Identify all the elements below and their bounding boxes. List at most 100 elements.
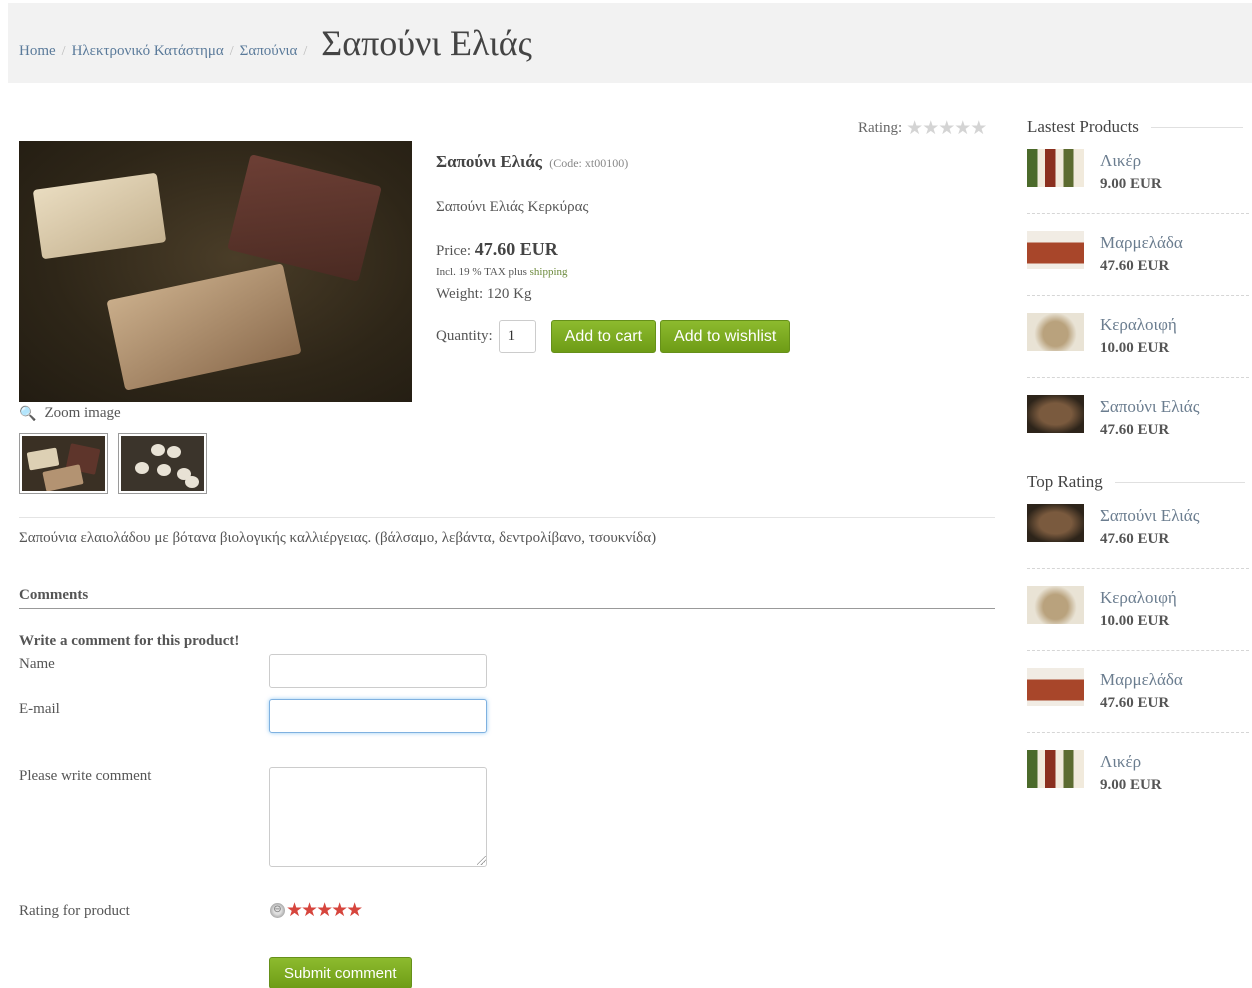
sidebar-product-price: 10.00 EUR [1100,340,1170,356]
sidebar-product-price: 9.00 EUR [1100,176,1162,192]
product-thumbnail [1027,586,1084,624]
quantity-label: Quantity: [436,328,493,344]
star-icon[interactable]: ★★★★★ [906,117,987,139]
thumbnail-image [121,436,204,491]
star-icon[interactable]: ★★★★★ [286,899,363,921]
sidebar-product-price: 47.60 EUR [1100,531,1170,547]
heart-soap-image [185,476,199,488]
rating-input[interactable]: ⊖ ★★★★★ [270,899,363,921]
sidebar-product-name[interactable]: Σαπούνι Ελιάς [1100,506,1199,526]
soap-bar-image [32,172,167,260]
divider [19,517,995,518]
email-label: E-mail [19,701,60,717]
name-field[interactable] [269,654,487,688]
breadcrumb-separator: / [303,44,308,59]
dashed-divider [1027,568,1249,569]
add-to-cart-button[interactable]: Add to cart [550,320,657,353]
breadcrumb-separator: / [61,44,66,59]
dashed-divider [1027,213,1249,214]
breadcrumb-home-link[interactable]: Home [19,43,56,60]
product-thumbnail [1027,504,1084,542]
price-value: 47.60 EUR [474,239,558,259]
heart-soap-image [135,462,149,474]
heart-soap-image [167,446,181,458]
sidebar-product-item[interactable]: Σαπούνι Ελιάς 47.60 EUR [1027,496,1249,578]
write-comment-heading: Write a comment for this product! [19,633,240,649]
top-rating-heading: Top Rating [1027,472,1245,492]
sidebar-product-name[interactable]: Μαρμελάδα [1100,670,1183,690]
product-rating: Rating: ★★★★★ [858,117,987,139]
sidebar-product-name[interactable]: Λικέρ [1100,752,1141,772]
sidebar-product-name[interactable]: Κεραλοιφή [1100,315,1177,335]
comment-textarea[interactable] [269,767,487,867]
heart-soap-image [151,444,165,456]
price-label: Price: [436,243,471,259]
soap-bar-image [227,154,382,282]
product-thumbnail-2[interactable] [118,433,207,494]
sidebar-product-item[interactable]: Λικέρ 9.00 EUR [1027,732,1249,814]
comment-label: Please write comment [19,768,152,784]
product-thumbnail [1027,395,1084,433]
breadcrumb-soaps-link[interactable]: Σαπούνια [240,43,298,60]
dashed-divider [1027,377,1249,378]
sidebar-product-item[interactable]: Μαρμελάδα 47.60 EUR [1027,650,1249,732]
sidebar-product-item[interactable]: Λικέρ 9.00 EUR [1027,141,1249,223]
price-row: Price: 47.60 EUR [436,239,558,260]
product-thumbnail [1027,668,1084,706]
sidebar-product-name[interactable]: Λικέρ [1100,151,1141,171]
sidebar-product-name[interactable]: Σαπούνι Ελιάς [1100,397,1199,417]
product-name-text: Σαπούνι Ελιάς [436,152,542,171]
latest-products-title: Lastest Products [1027,117,1139,136]
resize-handle-icon[interactable] [477,856,486,865]
dashed-divider [1027,732,1249,733]
soap-bar-image [26,447,60,471]
shipping-link[interactable]: shipping [530,266,568,278]
sidebar-product-item[interactable]: Κεραλοιφή 10.00 EUR [1027,295,1249,377]
product-main-image[interactable] [19,141,412,402]
submit-comment-button[interactable]: Submit comment [269,957,412,988]
breadcrumb-separator: / [229,44,234,59]
soap-bar-image [42,464,84,491]
sidebar-product-item[interactable]: Μαρμελάδα 47.60 EUR [1027,213,1249,295]
zoom-image-label: Zoom image [44,405,121,421]
product-info: Σαπούνι Ελιάς (Code: xt00100) [436,152,628,172]
sidebar-product-price: 9.00 EUR [1100,777,1162,793]
product-thumbnail [1027,750,1084,788]
tax-note: Incl. 19 % TAX plus shipping [436,266,568,278]
sidebar-product-item[interactable]: Κεραλοιφή 10.00 EUR [1027,568,1249,650]
product-thumbnail [1027,231,1084,269]
quantity-input[interactable] [498,320,536,353]
dashed-divider [1027,295,1249,296]
sidebar-product-name[interactable]: Κεραλοιφή [1100,588,1177,608]
product-code: (Code: xt00100) [549,156,629,170]
breadcrumb-store-link[interactable]: Ηλεκτρονικό Κατάστημα [72,43,224,60]
sidebar-product-price: 47.60 EUR [1100,422,1170,438]
email-field[interactable] [269,699,487,733]
latest-products-heading: Lastest Products [1027,117,1243,137]
zoom-image-link[interactable]: 🔍 Zoom image [19,405,121,422]
sidebar-product-price: 10.00 EUR [1100,613,1170,629]
magnifier-icon: 🔍 [19,405,37,422]
heading-rule [1150,126,1243,128]
product-rating-label: Rating: [858,119,903,136]
top-rating-title: Top Rating [1027,472,1103,491]
product-description: Σαπούνια ελαιολάδου με βότανα βιολογικής… [19,530,657,546]
product-weight: Weight: 120 Kg [436,286,532,302]
quantity-row: Quantity: Add to cart Add to wishlist [436,320,791,353]
thumbnail-image [22,436,105,491]
divider [19,608,995,609]
product-thumbnail-1[interactable] [19,433,108,494]
product-subtitle: Σαπούνι Ελιάς Κερκύρας [436,199,589,215]
sidebar-product-item[interactable]: Σαπούνι Ελιάς 47.60 EUR [1027,377,1249,459]
sidebar-product-price: 47.60 EUR [1100,258,1170,274]
comments-heading: Comments [19,587,89,603]
sidebar-product-name[interactable]: Μαρμελάδα [1100,233,1183,253]
soap-bar-image [106,263,302,391]
tax-text: Incl. 19 % TAX plus [436,266,530,278]
rating-for-product-label: Rating for product [19,903,130,919]
breadcrumb: Home / Ηλεκτρονικό Κατάστημα / Σαπούνια … [19,22,532,64]
heading-rule [1114,481,1245,483]
add-to-wishlist-button[interactable]: Add to wishlist [660,320,791,353]
cancel-rating-icon[interactable]: ⊖ [270,902,285,918]
product-name: Σαπούνι Ελιάς (Code: xt00100) [436,152,628,172]
